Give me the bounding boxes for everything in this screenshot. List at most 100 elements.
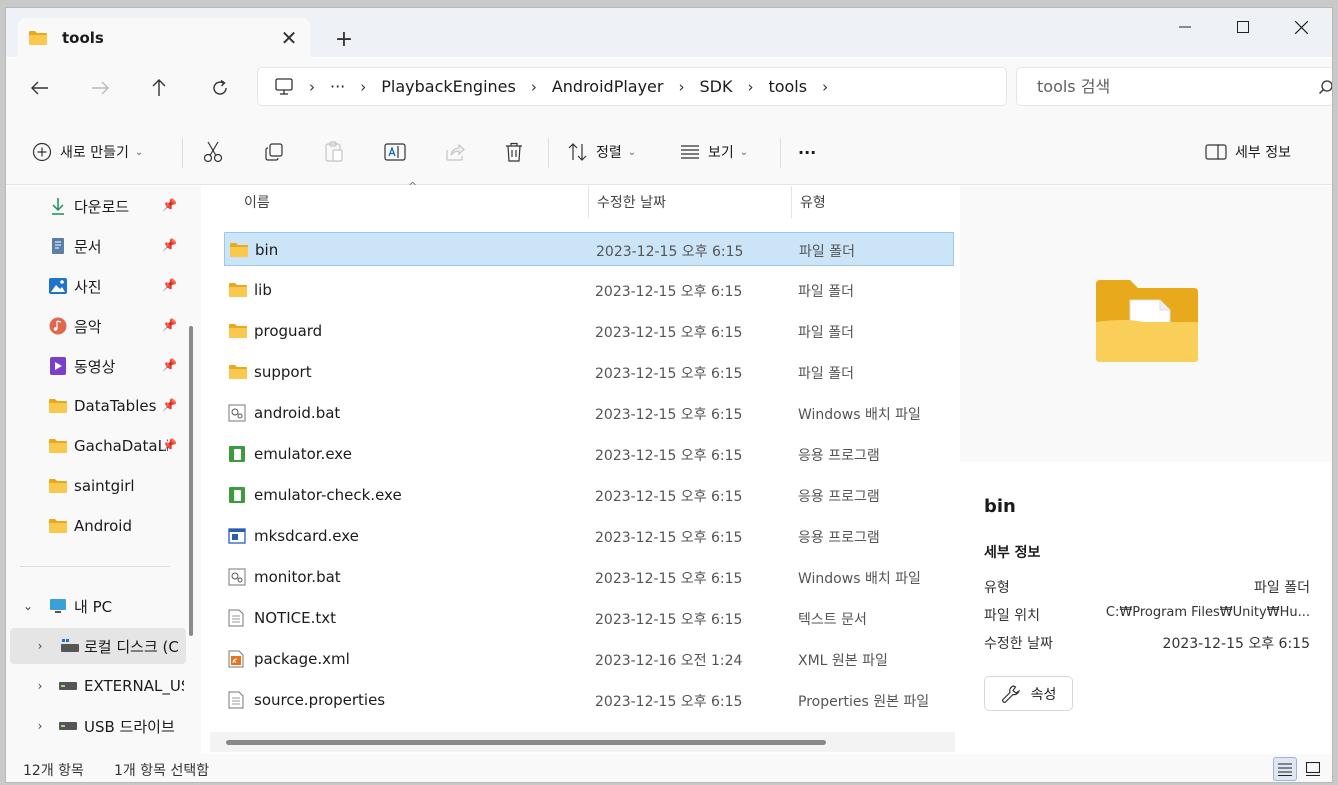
sidebar-item-videos[interactable]: 동영상 📌 (6, 348, 186, 384)
close-icon (1294, 20, 1308, 34)
column-header-name[interactable]: 이름 ^ (244, 180, 584, 218)
breadcrumb-playbackengines[interactable]: PlaybackEngines (381, 77, 516, 96)
sidebar-item-label: USB 드라이브 (84, 717, 175, 736)
minimize-icon (1179, 26, 1191, 28)
sidebar-item-usb-drive[interactable]: › USB 드라이브 (6, 708, 186, 744)
chevron-right-icon[interactable]: › (34, 719, 46, 733)
share-button[interactable] (444, 136, 466, 168)
search-box[interactable] (1016, 67, 1333, 106)
column-header-type[interactable]: 유형 (800, 186, 826, 218)
pin-icon[interactable]: 📌 (162, 438, 177, 452)
breadcrumb-sdk[interactable]: SDK (699, 77, 732, 96)
sidebar-item-datatables[interactable]: DataTables 📌 (6, 388, 186, 424)
refresh-button[interactable] (202, 72, 238, 104)
folder-icon (48, 436, 68, 456)
file-name: mksdcard.exe (254, 527, 359, 545)
sidebar-item-documents[interactable]: 문서 📌 (6, 228, 186, 264)
file-row[interactable]: bin 2023-12-15 오후 6:15 파일 폴더 (224, 232, 954, 266)
details-view-button[interactable] (1273, 757, 1297, 781)
file-row[interactable]: lib 2023-12-15 오후 6:15 파일 폴더 (224, 273, 954, 307)
sort-button[interactable]: 정렬 ⌄ (568, 136, 636, 168)
details-pane-button[interactable]: 세부 정보 (1205, 136, 1291, 168)
copy-button[interactable] (264, 136, 284, 168)
chevron-right-icon[interactable]: › (732, 78, 768, 96)
rename-button[interactable] (384, 136, 406, 168)
maximize-button[interactable] (1214, 8, 1272, 46)
sidebar-item-this-pc[interactable]: ⌄ 내 PC (6, 588, 186, 624)
file-row[interactable]: source.properties 2023-12-15 오후 6:15 Prope… (224, 683, 954, 717)
file-row[interactable]: emulator-check.exe 2023-12-15 오후 6:15 응용 프… (224, 478, 954, 512)
details-key-modified: 수정한 날짜 (984, 636, 1053, 652)
large-icons-view-button[interactable] (1301, 757, 1325, 781)
details-value-location: C:₩Program Files₩Unity₩Hu... (1105, 605, 1310, 620)
file-row[interactable]: monitor.bat 2023-12-15 오후 6:15 Windows 배치 … (224, 560, 954, 594)
sidebar-item-gachadatali[interactable]: GachaDataLi 📌 (6, 428, 186, 464)
file-row[interactable]: mksdcard.exe 2023-12-15 오후 6:15 응용 프로그램 (224, 519, 954, 553)
sidebar-item-local-disk[interactable]: › 로컬 디스크 (C (10, 628, 186, 664)
view-button[interactable]: 보기 ⌄ (680, 136, 748, 168)
file-date: 2023-12-15 오후 6:15 (595, 489, 743, 505)
chevron-right-icon[interactable]: › (807, 78, 843, 96)
column-divider[interactable] (588, 186, 589, 218)
sidebar-item-android[interactable]: Android (6, 508, 186, 544)
file-row[interactable]: proguard 2023-12-15 오후 6:15 파일 폴더 (224, 314, 954, 348)
close-tab-icon[interactable]: ✕ (278, 26, 300, 50)
more-options-button[interactable]: ··· (798, 136, 816, 168)
chevron-right-icon[interactable]: › (516, 78, 552, 96)
sidebar-item-saintgirl[interactable]: saintgirl (6, 468, 186, 504)
divider (548, 138, 549, 168)
file-row[interactable]: emulator.exe 2023-12-15 오후 6:15 응용 프로그램 (224, 437, 954, 471)
address-bar[interactable]: › ··· › PlaybackEngines › AndroidPlayer … (257, 67, 1007, 106)
paste-icon (325, 141, 343, 162)
file-name: support (254, 363, 312, 381)
sidebar-item-external-usb[interactable]: › EXTERNAL_US (6, 668, 186, 704)
paste-button[interactable] (324, 136, 344, 168)
new-tab-button[interactable]: + (330, 25, 358, 53)
chevron-right-icon[interactable]: › (34, 679, 46, 693)
file-row[interactable]: android.bat 2023-12-15 오후 6:15 Windows 배치 … (224, 396, 954, 430)
breadcrumb-androidplayer[interactable]: AndroidPlayer (552, 77, 664, 96)
tab-tools[interactable]: tools ✕ (18, 18, 310, 58)
file-row[interactable]: package.xml 2023-12-16 오전 1:24 XML 원본 파일 (224, 642, 954, 676)
chevron-right-icon[interactable]: › (294, 78, 330, 96)
file-name: lib (254, 281, 272, 299)
up-button[interactable] (141, 72, 177, 104)
forward-button[interactable] (82, 72, 118, 104)
pin-icon[interactable]: 📌 (162, 278, 177, 292)
computer-icon (48, 596, 68, 616)
chevron-down-icon[interactable]: ⌄ (22, 599, 34, 613)
chevron-right-icon[interactable]: › (34, 639, 46, 653)
cut-button[interactable] (203, 136, 223, 168)
sidebar-item-label: EXTERNAL_US (84, 677, 184, 695)
sidebar-item-label: Android (74, 517, 132, 535)
column-header-date[interactable]: 수정한 날짜 (597, 186, 666, 218)
properties-button[interactable]: 속성 (984, 676, 1073, 711)
chevron-right-icon[interactable]: › (345, 78, 381, 96)
search-icon[interactable] (1319, 80, 1333, 94)
breadcrumb-overflow[interactable]: ··· (330, 77, 345, 96)
sidebar-scrollbar[interactable] (189, 326, 193, 636)
minimize-button[interactable] (1156, 8, 1214, 46)
breadcrumb-tools[interactable]: tools (768, 77, 807, 96)
file-type: 파일 폴더 (799, 244, 855, 260)
sidebar-item-music[interactable]: 음악 📌 (6, 308, 186, 344)
column-divider[interactable] (791, 186, 792, 218)
file-row[interactable]: support 2023-12-15 오후 6:15 파일 폴더 (224, 355, 954, 389)
pin-icon[interactable]: 📌 (162, 198, 177, 212)
sidebar-item-downloads[interactable]: 다운로드 📌 (6, 188, 186, 224)
pin-icon[interactable]: 📌 (162, 398, 177, 412)
new-button[interactable]: 새로 만들기 ⌄ (32, 136, 143, 168)
file-row[interactable]: NOTICE.txt 2023-12-15 오후 6:15 텍스트 문서 (224, 601, 954, 635)
close-window-button[interactable] (1272, 8, 1330, 46)
chevron-right-icon[interactable]: › (663, 78, 699, 96)
details-value-modified: 2023-12-15 오후 6:15 (1162, 636, 1310, 652)
delete-button[interactable] (504, 136, 524, 168)
sidebar-item-pictures[interactable]: 사진 📌 (6, 268, 186, 304)
back-button[interactable] (22, 72, 58, 104)
horizontal-scrollbar-thumb[interactable] (226, 740, 826, 745)
pin-icon[interactable]: 📌 (162, 318, 177, 332)
pin-icon[interactable]: 📌 (162, 238, 177, 252)
pin-icon[interactable]: 📌 (162, 358, 177, 372)
search-input[interactable] (1037, 77, 1297, 96)
folder-icon (48, 476, 68, 496)
